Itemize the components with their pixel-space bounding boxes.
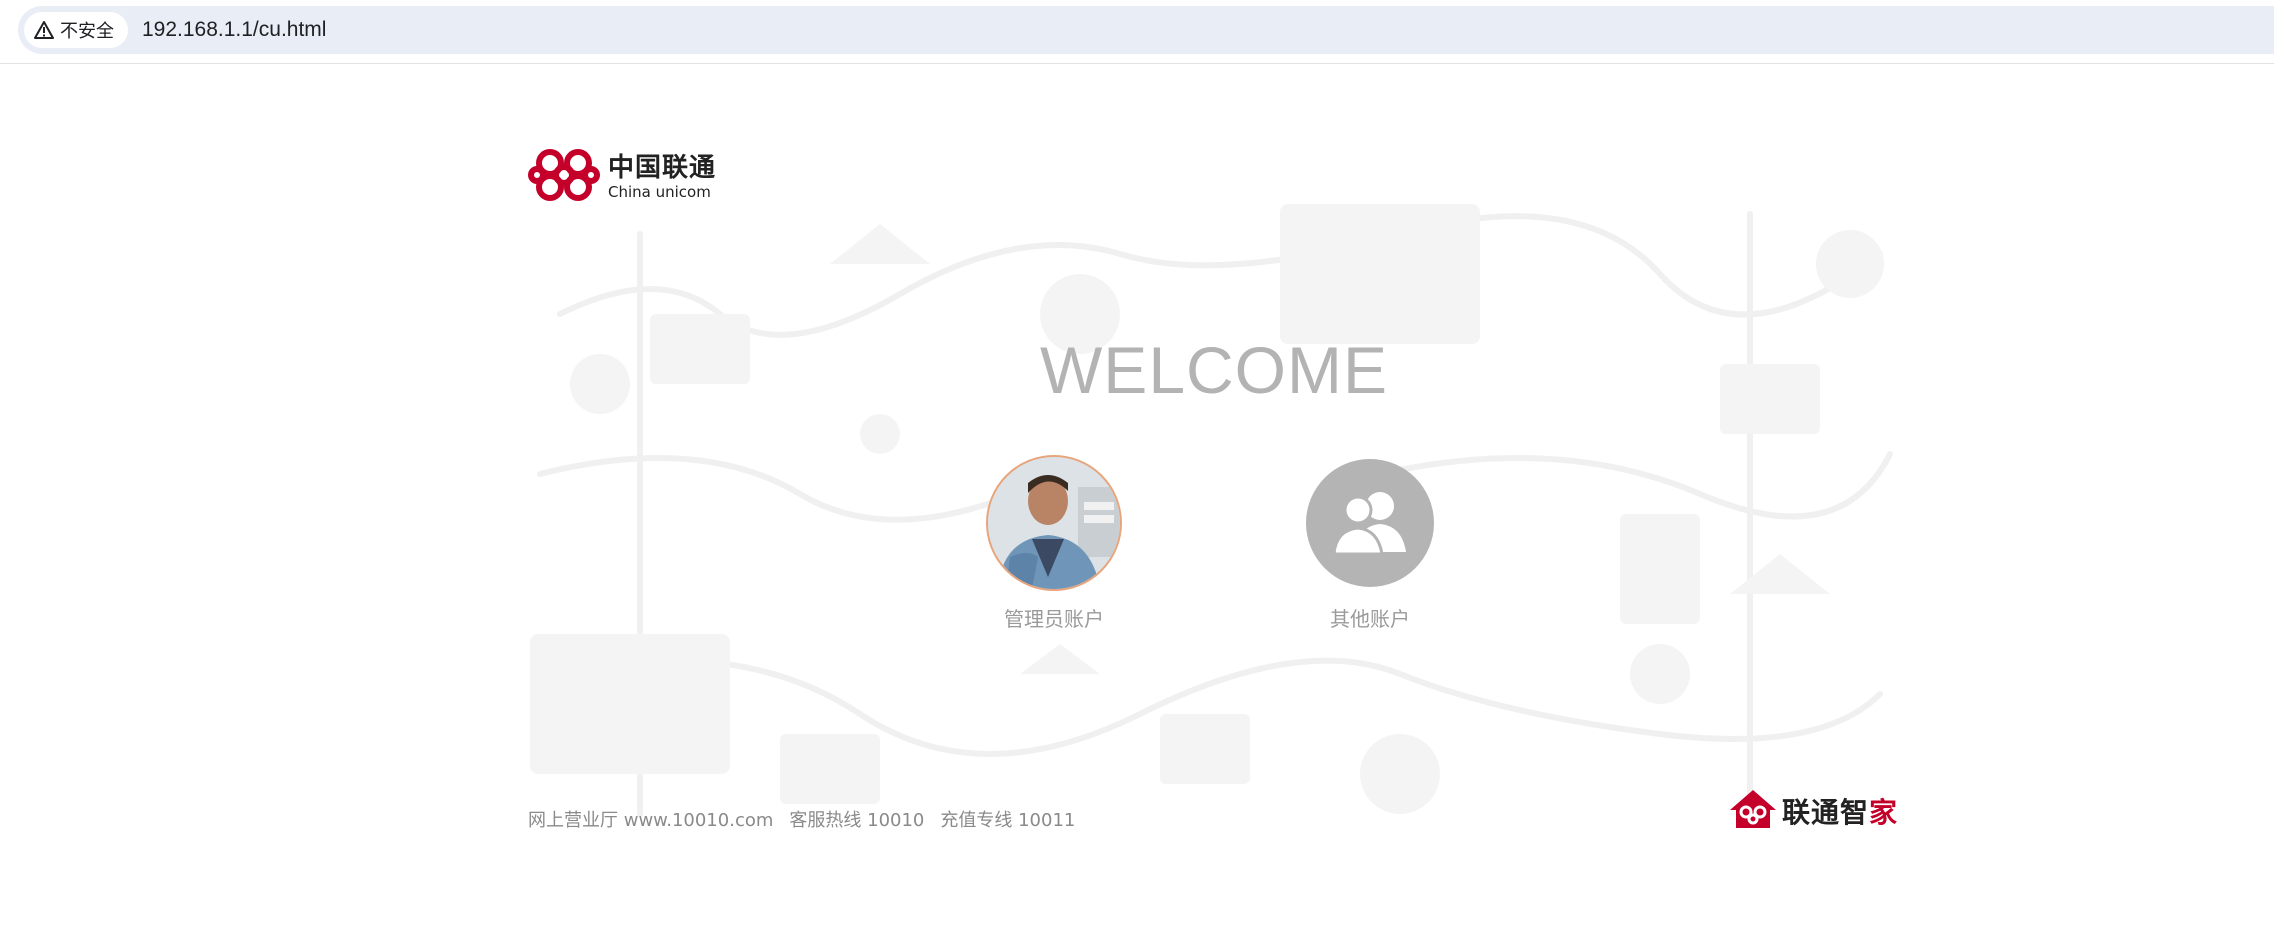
url-text[interactable]: 192.168.1.1/cu.html xyxy=(142,6,326,54)
admin-account-button[interactable]: 管理员账户 xyxy=(968,455,1140,632)
admin-account-label[interactable]: 管理员账户 xyxy=(1004,603,1104,632)
welcome-heading: WELCOME xyxy=(1040,333,1389,407)
china-unicom-logo: 中国联通 China unicom xyxy=(528,146,716,208)
login-page: 中国联通 China unicom WELCOME 管理员账户 其他账户 网上营… xyxy=(0,64,2274,952)
admin-avatar[interactable] xyxy=(986,455,1122,591)
unicom-knot-icon xyxy=(528,146,600,208)
security-label: 不安全 xyxy=(60,21,114,42)
other-account-label[interactable]: 其他账户 xyxy=(1330,603,1410,632)
users-icon xyxy=(1330,486,1410,560)
service-hotline: 客服热线 10010 xyxy=(789,810,925,831)
other-avatar[interactable] xyxy=(1306,459,1434,587)
unicom-smart-home-logo: 联通智家 xyxy=(1728,788,1898,834)
footer-contact-info: 网上营业厅 www.10010.com 客服热线 10010 充值专线 1001… xyxy=(528,806,1075,832)
recharge-hotline: 充值专线 10011 xyxy=(940,810,1076,831)
security-indicator[interactable]: 不安全 xyxy=(24,12,128,48)
smart-home-house-icon xyxy=(1728,788,1778,834)
brand-name-cn: 中国联通 xyxy=(608,152,717,183)
network-background-illustration xyxy=(530,204,1893,817)
address-bar[interactable]: 不安全 192.168.1.1/cu.html xyxy=(18,6,2274,54)
browser-toolbar: 不安全 192.168.1.1/cu.html xyxy=(0,0,2274,64)
admin-photo-icon xyxy=(988,457,1120,589)
warning-triangle-icon xyxy=(34,20,54,40)
brand-name-en: China unicom xyxy=(608,182,711,201)
other-account-button[interactable]: 其他账户 xyxy=(1284,455,1456,632)
online-hall-link[interactable]: 网上营业厅 www.10010.com xyxy=(528,806,773,832)
smart-home-label: 联通智家 xyxy=(1782,796,1899,829)
